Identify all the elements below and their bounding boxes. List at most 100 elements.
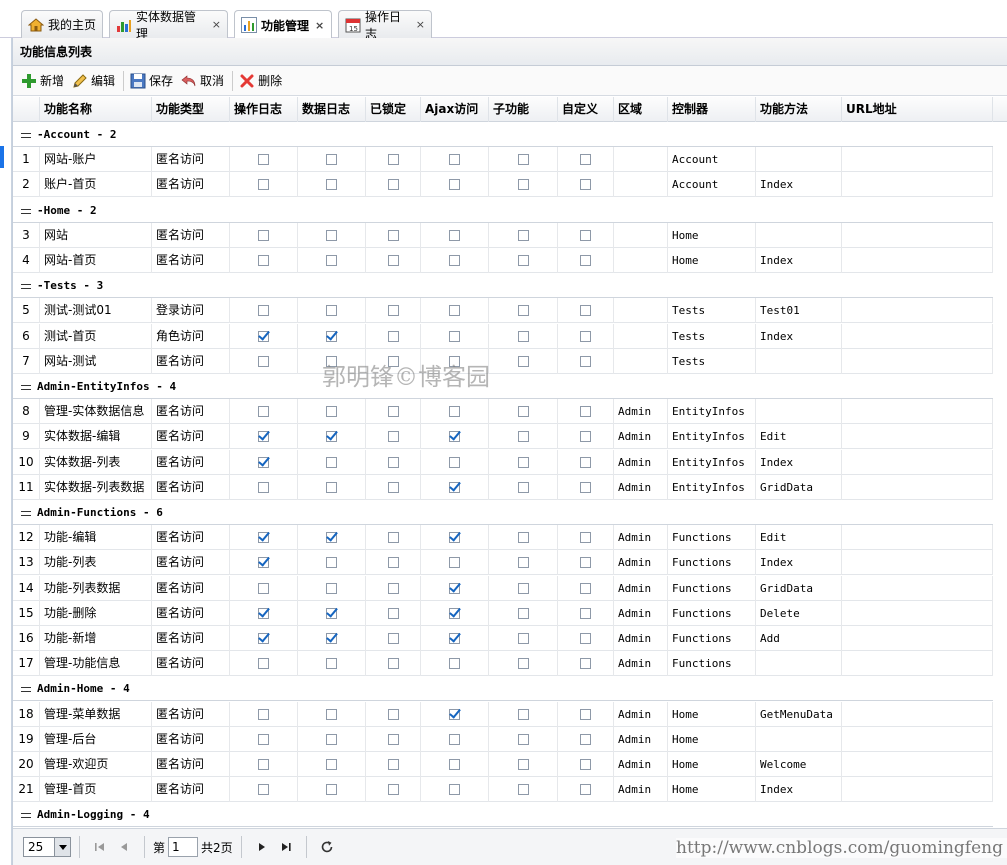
custom-checkbox[interactable] [580,230,591,241]
cell-function-type[interactable]: 匿名访问 [152,651,230,676]
data-log-checkbox[interactable] [326,608,337,619]
table-row[interactable]: 7 网站-测试 匿名访问 Tests [13,349,993,374]
cell-function-name[interactable]: 测试-首页 [40,324,152,349]
cell-area[interactable]: Admin [614,601,668,626]
table-row[interactable]: 5 测试-测试01 登录访问 Tests Test01 [13,298,993,323]
child-checkbox[interactable] [518,305,529,316]
cell-function-type[interactable]: 匿名访问 [152,702,230,727]
locked-checkbox[interactable] [388,230,399,241]
locked-checkbox[interactable] [388,759,399,770]
ajax-checkbox[interactable] [449,255,460,266]
cell-function-name[interactable]: 实体数据-编辑 [40,424,152,449]
cell-data-log[interactable] [298,525,366,550]
collapse-icon[interactable] [21,384,31,390]
cell-area[interactable] [614,172,668,197]
cell-custom[interactable] [558,727,614,752]
cell-url[interactable] [842,450,993,475]
cell-function-type[interactable]: 匿名访问 [152,626,230,651]
cell-operation-log[interactable] [230,727,298,752]
cell-custom[interactable] [558,424,614,449]
cell-url[interactable] [842,147,993,172]
cell-operation-log[interactable] [230,424,298,449]
cell-operation-log[interactable] [230,601,298,626]
cell-data-log[interactable] [298,601,366,626]
operation-log-checkbox[interactable] [258,633,269,644]
table-row[interactable]: 14 功能-列表数据 匿名访问 Admin Functions GridData [13,576,993,601]
cell-area[interactable]: Admin [614,475,668,500]
collapse-icon[interactable] [21,132,31,138]
locked-checkbox[interactable] [388,583,399,594]
cell-operation-log[interactable] [230,450,298,475]
cell-child[interactable] [489,651,558,676]
locked-checkbox[interactable] [388,154,399,165]
last-page-icon[interactable] [277,838,295,856]
operation-log-checkbox[interactable] [258,784,269,795]
child-checkbox[interactable] [518,734,529,745]
locked-checkbox[interactable] [388,179,399,190]
cell-url[interactable] [842,601,993,626]
cell-function-type[interactable]: 匿名访问 [152,424,230,449]
cell-method[interactable]: Index [756,172,842,197]
collapse-icon[interactable] [21,812,31,818]
operation-log-checkbox[interactable] [258,305,269,316]
cell-url[interactable] [842,223,993,248]
data-log-checkbox[interactable] [326,406,337,417]
ajax-checkbox[interactable] [449,734,460,745]
cell-data-log[interactable] [298,324,366,349]
child-checkbox[interactable] [518,255,529,266]
cell-controller[interactable]: Functions [668,576,756,601]
cell-area[interactable]: Admin [614,525,668,550]
cell-controller[interactable]: Tests [668,298,756,323]
next-page-icon[interactable] [253,838,271,856]
cell-custom[interactable] [558,248,614,273]
group-row[interactable]: Admin-Functions - 6 [13,500,993,525]
cell-child[interactable] [489,324,558,349]
cell-function-type[interactable]: 匿名访问 [152,550,230,575]
cell-function-name[interactable]: 管理-后台 [40,727,152,752]
cell-function-name[interactable]: 网站-账户 [40,147,152,172]
save-button[interactable]: 保存 [130,72,173,89]
cell-data-log[interactable] [298,475,366,500]
operation-log-checkbox[interactable] [258,154,269,165]
locked-checkbox[interactable] [388,557,399,568]
data-log-checkbox[interactable] [326,431,337,442]
operation-log-checkbox[interactable] [258,255,269,266]
close-icon[interactable]: × [416,18,425,31]
operation-log-checkbox[interactable] [258,734,269,745]
ajax-checkbox[interactable] [449,784,460,795]
cell-url[interactable] [842,475,993,500]
cell-function-type[interactable]: 匿名访问 [152,172,230,197]
cell-operation-log[interactable] [230,475,298,500]
cell-operation-log[interactable] [230,248,298,273]
table-row[interactable]: 21 管理-首页 匿名访问 Admin Home Index [13,777,993,802]
cell-data-log[interactable] [298,223,366,248]
locked-checkbox[interactable] [388,658,399,669]
cell-child[interactable] [489,475,558,500]
cell-url[interactable] [842,248,993,273]
cell-ajax[interactable] [421,248,489,273]
cell-area[interactable] [614,147,668,172]
cell-function-name[interactable]: 管理-实体数据信息 [40,399,152,424]
child-checkbox[interactable] [518,583,529,594]
collapse-icon[interactable] [21,208,31,214]
child-checkbox[interactable] [518,557,529,568]
cell-operation-log[interactable] [230,324,298,349]
cell-custom[interactable] [558,298,614,323]
cell-locked[interactable] [366,777,421,802]
cell-locked[interactable] [366,147,421,172]
child-checkbox[interactable] [518,406,529,417]
cell-ajax[interactable] [421,626,489,651]
ajax-checkbox[interactable] [449,154,460,165]
table-row[interactable]: 19 管理-后台 匿名访问 Admin Home [13,727,993,752]
tab-entity-data[interactable]: 实体数据管理 × [109,10,228,41]
locked-checkbox[interactable] [388,784,399,795]
cell-controller[interactable]: Home [668,248,756,273]
custom-checkbox[interactable] [580,734,591,745]
cell-url[interactable] [842,651,993,676]
ajax-checkbox[interactable] [449,608,460,619]
col-url[interactable]: URL地址 [842,97,993,122]
cell-data-log[interactable] [298,702,366,727]
cell-ajax[interactable] [421,525,489,550]
locked-checkbox[interactable] [388,305,399,316]
cell-locked[interactable] [366,223,421,248]
